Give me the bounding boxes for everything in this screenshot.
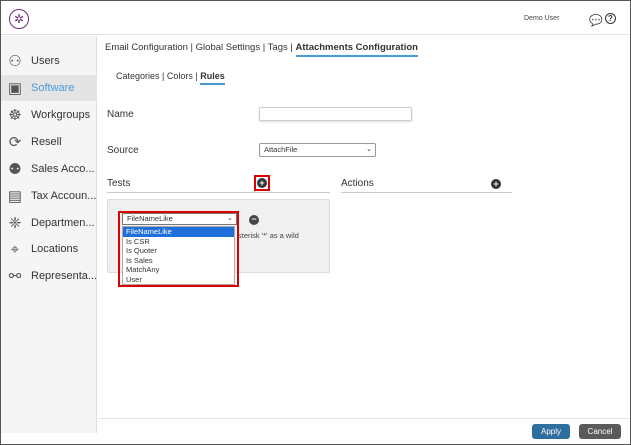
software-icon: ▣ [7,80,23,97]
resell-icon: ⟳ [8,134,22,151]
add-action-icon[interactable]: + [491,179,501,189]
sidebar: ⚇ Users ▣ Software ☸ Workgroups ⟳ Resell… [1,36,97,433]
sidebar-item-label: Tax Accoun... [31,190,97,202]
sidebar-item-tax-accounts[interactable]: ▤ Tax Accoun... [1,183,97,209]
remove-test-icon[interactable]: − [249,215,259,225]
representatives-icon: ⚯ [8,268,22,285]
sidebar-item-label: Users [31,55,60,67]
sidebar-item-departments[interactable]: ❈ Departmen... [1,210,97,236]
source-label: Source [107,145,139,156]
sidebar-item-workgroups[interactable]: ☸ Workgroups [1,102,97,128]
config-tabs: Email Configuration | Global Settings | … [105,42,418,57]
user-icon: ⚇ [8,53,22,70]
actions-divider [341,192,512,193]
name-label: Name [107,109,134,120]
tests-label: Tests [107,178,131,189]
sidebar-item-label: Locations [31,243,79,255]
tests-divider [107,192,330,193]
cancel-button[interactable]: Cancel [579,424,621,439]
name-input[interactable] [259,107,412,121]
tab-tags[interactable]: Tags [268,42,288,53]
actions-label: Actions [341,178,374,189]
tab-attachments-configuration[interactable]: Attachments Configuration [295,42,418,57]
tab-categories[interactable]: Categories [116,71,160,81]
sidebar-item-users[interactable]: ⚇ Users [1,48,97,74]
source-select-value: AttachFile [264,145,298,154]
tab-colors[interactable]: Colors [167,71,193,81]
sidebar-item-label: Resell [31,136,62,148]
sidebar-item-resell[interactable]: ⟳ Resell [1,129,97,155]
user-name[interactable]: Demo User [524,15,559,22]
sidebar-item-sales-accounts[interactable]: ⚉ Sales Acco... [1,156,97,182]
sidebar-item-label: Representa... [31,270,98,282]
departments-icon: ❈ [8,215,22,232]
locations-icon: ⌖ [10,240,20,258]
sidebar-item-label: Sales Acco... [31,163,95,175]
tab-rules[interactable]: Rules [200,71,225,85]
chat-icon[interactable]: 💬 [589,14,603,27]
help-icon[interactable]: ? [605,13,616,24]
logo-icon[interactable]: ✲ [9,9,29,29]
tax-accounts-icon: ▤ [7,188,23,205]
sidebar-item-label: Software [31,82,75,94]
top-bar: ✲ Demo User 💬 ? [1,1,630,35]
sub-tabs: Categories | Colors | Rules [116,71,225,85]
test-hint-text: sterisk '*' as a wild [238,231,299,240]
sidebar-item-label: Departmen... [31,217,95,229]
sidebar-item-label: Workgroups [31,109,91,121]
tab-email-configuration[interactable]: Email Configuration [105,42,188,53]
sidebar-item-software[interactable]: ▣ Software [1,75,97,101]
chevron-down-icon: ⌄ [366,146,372,153]
sales-accounts-icon: ⚉ [8,161,22,178]
apply-button[interactable]: Apply [532,424,570,439]
source-select[interactable]: AttachFile ⌄ [259,143,376,157]
tab-global-settings[interactable]: Global Settings [196,42,260,53]
sidebar-item-locations[interactable]: ⌖ Locations [1,236,97,262]
workgroups-icon: ☸ [8,107,22,124]
dropdown-highlight [118,211,239,287]
add-test-highlight [254,175,270,191]
sidebar-item-representatives[interactable]: ⚯ Representa... [1,263,97,289]
